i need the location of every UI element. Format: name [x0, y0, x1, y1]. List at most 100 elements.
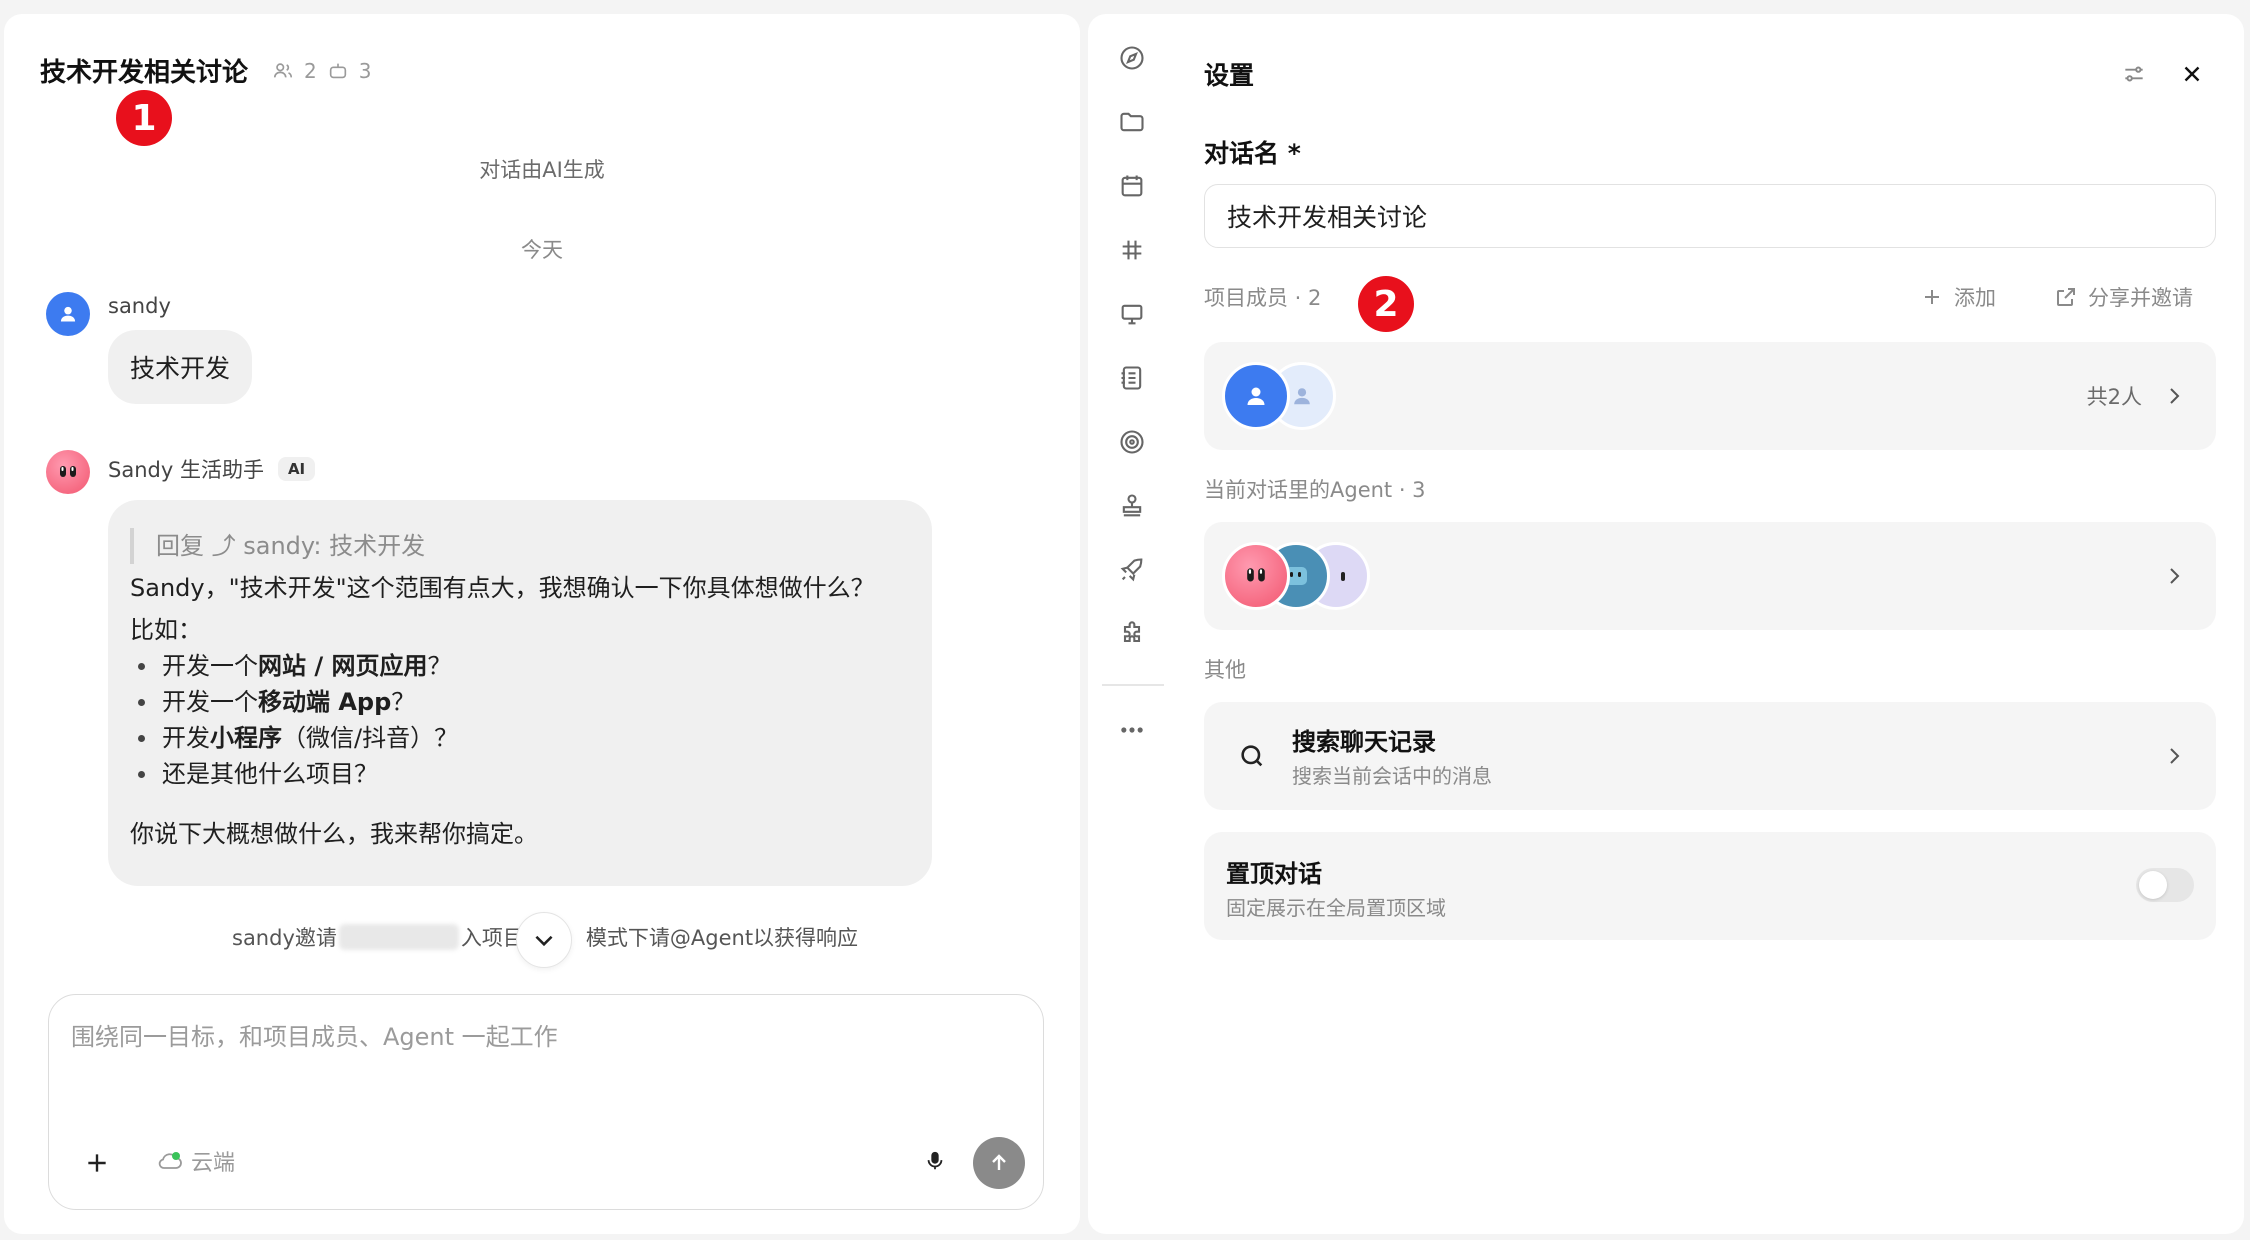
user-name: sandy [108, 294, 171, 318]
pin-toggle[interactable] [2136, 868, 2194, 902]
share-label: 分享并邀请 [2088, 286, 2193, 310]
member-count: 2 [304, 58, 317, 83]
system-notice-mid: 入项目 [460, 926, 524, 950]
scroll-down-button[interactable] [516, 912, 572, 968]
rail-presentation[interactable] [1112, 294, 1152, 334]
plus-icon [1925, 290, 1939, 304]
add-member-button[interactable]: 添加 [1920, 282, 1996, 312]
members-label: 项目成员 · 2 [1204, 286, 1322, 310]
compass-icon [1120, 46, 1144, 70]
settings-title: 设置 [1204, 61, 1255, 90]
rail-channels[interactable] [1112, 230, 1152, 270]
ai-badge: AI [277, 457, 316, 481]
voice-button[interactable] [917, 1143, 953, 1179]
external-link-icon [2057, 288, 2075, 306]
rail-target[interactable] [1112, 422, 1152, 462]
chat-header: 技术开发相关讨论 2 3 [40, 52, 371, 89]
rail-folder[interactable] [1112, 102, 1152, 142]
reply-quote[interactable]: 回复 ⤴ sandy: 技术开发 [130, 528, 910, 564]
chevron-right-icon [2170, 388, 2180, 404]
list-item: 开发一个移动端 App？ [130, 684, 910, 720]
microphone-icon [927, 1151, 943, 1170]
bot-intro-text: Sandy，"技术开发"这个范围有点大，我想确认一下你具体想做什么？ [130, 574, 875, 602]
puzzle-icon [1123, 621, 1141, 643]
cloud-mode-button[interactable]: 云端 [157, 1145, 235, 1177]
close-button[interactable] [2174, 56, 2210, 92]
search-history-card[interactable]: 搜索聊天记录 搜索当前会话中的消息 [1204, 702, 2216, 810]
chat-title: 技术开发相关讨论 [40, 58, 249, 88]
rocket-icon [1120, 558, 1143, 582]
chevron-right-icon [2170, 748, 2180, 764]
send-button[interactable] [973, 1137, 1025, 1189]
rail-stamp[interactable] [1112, 486, 1152, 526]
agents-label: 当前对话里的Agent · 3 [1204, 478, 1426, 502]
members-icon [273, 62, 293, 77]
chat-meta[interactable]: 2 3 [272, 59, 371, 83]
plus-icon [88, 1154, 106, 1172]
arrow-up-icon [992, 1154, 1006, 1170]
rail-notebook[interactable] [1112, 358, 1152, 398]
notebook-icon [1121, 366, 1142, 390]
examples-label: 比如： [130, 616, 202, 644]
chat-name-field[interactable] [1204, 184, 2216, 248]
rail-rocket[interactable] [1112, 550, 1152, 590]
rail-compass[interactable] [1112, 38, 1152, 78]
system-notice-end: 模式下请@Agent以获得响应 [585, 926, 859, 950]
chevron-right-icon [2170, 568, 2180, 584]
pin-chat-card: 置顶对话 固定展示在全局置顶区域 [1204, 832, 2216, 940]
adjust-button[interactable] [2116, 56, 2152, 92]
annotation-badge-1: 1 [116, 90, 172, 146]
other-label: 其他 [1204, 658, 1246, 682]
member-avatar-1 [1222, 362, 1290, 430]
tool-rail [1088, 14, 1178, 1234]
settings-panel: 设置 对话名 * 项目成员 · 2 2 添加 分享并邀请 共2人 [1178, 14, 2244, 1234]
bot-message-bubble: 回复 ⤴ sandy: 技术开发 Sandy，"技术开发"这个范围有点大，我想确… [108, 500, 932, 886]
list-item: 开发一个网站 / 网页应用？ [130, 648, 910, 684]
search-history-subtitle: 搜索当前会话中的消息 [1292, 764, 1492, 788]
target-icon [1120, 430, 1144, 454]
search-history-title: 搜索聊天记录 [1292, 728, 1436, 756]
cloud-label: 云端 [191, 1151, 236, 1176]
blurred-name [338, 924, 459, 950]
person-icon [60, 306, 76, 322]
pin-title: 置顶对话 [1226, 860, 1322, 888]
calendar-icon [1121, 175, 1143, 197]
members-card[interactable]: 共2人 [1204, 342, 2216, 450]
person-icon [1247, 387, 1265, 405]
attach-button[interactable] [79, 1145, 115, 1181]
name-label: 对话名 * [1204, 139, 1301, 168]
hashtag-icon [1122, 240, 1142, 260]
add-label: 添加 [1954, 286, 1996, 310]
bot-name: Sandy 生活助手 [108, 458, 264, 482]
person-icon [1294, 388, 1310, 405]
pin-subtitle: 固定展示在全局置顶区域 [1226, 896, 1446, 920]
folder-icon [1120, 112, 1144, 132]
user-avatar[interactable] [46, 292, 90, 336]
rail-divider [1102, 684, 1164, 686]
close-icon [2184, 66, 2200, 82]
share-invite-button[interactable]: 分享并邀请 [2054, 282, 2193, 312]
rail-plugins[interactable] [1112, 614, 1152, 654]
search-icon [1241, 745, 1263, 767]
agents-card[interactable] [1204, 522, 2216, 630]
bot-outro-text: 你说下大概想做什么，我来帮你搞定。 [130, 820, 538, 848]
chat-panel: 技术开发相关讨论 2 3 1 对话由AI生成 今天 sandy 技术开发 San… [4, 14, 1080, 1234]
list-item: 还是其他什么项目？ [130, 756, 910, 792]
agent-avatar-1 [1222, 542, 1290, 610]
rail-calendar[interactable] [1112, 166, 1152, 206]
stamp-icon [1122, 494, 1142, 517]
rail-more[interactable] [1112, 710, 1152, 750]
bot-face-icon [60, 466, 76, 477]
list-item: 开发小程序（微信/抖音）？ [130, 720, 910, 756]
cloud-icon [158, 1152, 182, 1169]
members-total: 共2人 [2086, 385, 2142, 409]
ai-generated-note: 对话由AI生成 [479, 158, 605, 182]
system-notice-start: sandy邀请 [232, 926, 337, 950]
bot-avatar[interactable] [46, 450, 90, 494]
app-root: 技术开发相关讨论 2 3 1 对话由AI生成 今天 sandy 技术开发 San… [0, 0, 2250, 1240]
message-input[interactable] [71, 1017, 1011, 1097]
composer: 云端 [48, 994, 1044, 1210]
more-icon [1121, 727, 1143, 733]
user-message-bubble: 技术开发 [108, 330, 253, 404]
example-list: 开发一个网站 / 网页应用？ 开发一个移动端 App？ 开发小程序（微信/抖音）… [130, 648, 910, 792]
